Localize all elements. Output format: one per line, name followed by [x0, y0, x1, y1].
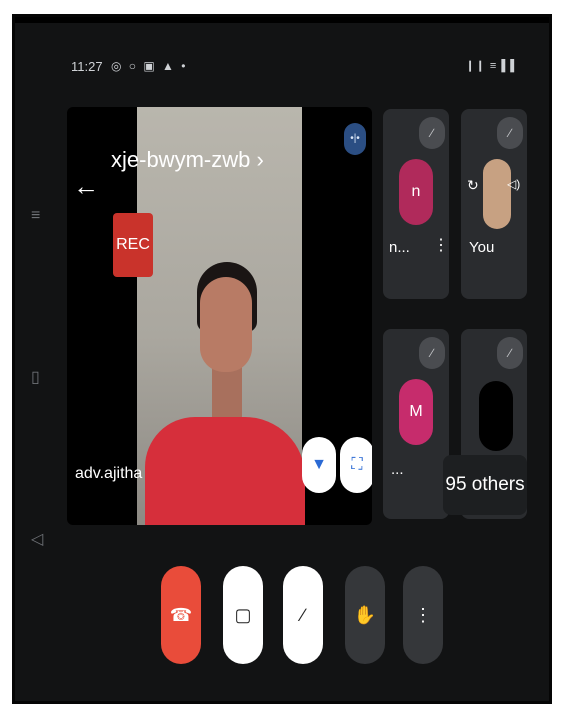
home-icon[interactable]: ▯: [31, 367, 40, 387]
main-speaker-tile[interactable]: xje-bwym-zwb › ← REC •|• adv.ajitha ▼ ⛶: [67, 107, 372, 525]
participant-name: n...: [389, 239, 410, 256]
call-controls: ☎ ▢ ∕ ✋ ⋮: [15, 561, 549, 671]
audio-level-icon: •|•: [344, 123, 366, 155]
raise-hand-button[interactable]: ✋: [345, 566, 385, 664]
participant-name: ...: [391, 461, 404, 478]
fullscreen-icon[interactable]: ⛶: [340, 437, 372, 493]
more-options-button[interactable]: ⋮: [403, 566, 443, 664]
participant-video: [479, 381, 513, 451]
participant-tile[interactable]: ∕ M ...: [383, 329, 449, 519]
mic-off-icon: ∕: [497, 337, 523, 369]
pin-icon[interactable]: ▼: [302, 437, 336, 493]
avatar: n: [399, 159, 433, 225]
self-tile[interactable]: ∕ ↻ ◁) You: [461, 109, 527, 299]
avatar: M: [399, 379, 433, 445]
self-video: [483, 159, 511, 229]
speaker-face: [200, 277, 252, 372]
speaker-name: adv.ajitha: [75, 465, 143, 482]
back-arrow-icon[interactable]: ←: [73, 171, 99, 202]
participant-tile[interactable]: ∕ n n... ⋮: [383, 109, 449, 299]
speaker-icon[interactable]: ◁): [507, 177, 520, 191]
nav-back-icon[interactable]: ◁: [31, 529, 43, 549]
meeting-code[interactable]: xje-bwym-zwb ›: [111, 147, 264, 173]
mic-off-button[interactable]: ∕: [283, 566, 323, 664]
signal-battery-icons: ❙❙ ≡ ▌▌: [465, 60, 519, 72]
top-bar: [15, 17, 549, 23]
mic-off-icon: ∕: [497, 117, 523, 149]
status-time: 11:27: [71, 59, 103, 74]
switch-camera-icon[interactable]: ↻: [467, 177, 479, 194]
hang-up-button[interactable]: ☎: [161, 566, 201, 664]
speaker-body: [145, 417, 305, 525]
mic-off-icon: ∕: [419, 337, 445, 369]
phone-screen: 11:27 ◎ ○ ▣ ▲ • ❙❙ ≡ ▌▌ ≡ ▯ ◁ xje-bwym-z…: [12, 14, 552, 704]
participant-name: You: [469, 239, 495, 256]
recording-badge: REC: [113, 213, 153, 277]
camera-off-button[interactable]: ▢: [223, 566, 263, 664]
recent-apps-icon[interactable]: ≡: [31, 207, 40, 225]
others-count-badge[interactable]: 95 others: [443, 455, 527, 515]
more-options-icon[interactable]: ⋮: [433, 235, 449, 255]
notification-icons: ◎ ○ ▣ ▲ •: [111, 59, 188, 73]
status-bar: 11:27 ◎ ○ ▣ ▲ • ❙❙ ≡ ▌▌: [71, 57, 519, 77]
mic-off-icon: ∕: [419, 117, 445, 149]
